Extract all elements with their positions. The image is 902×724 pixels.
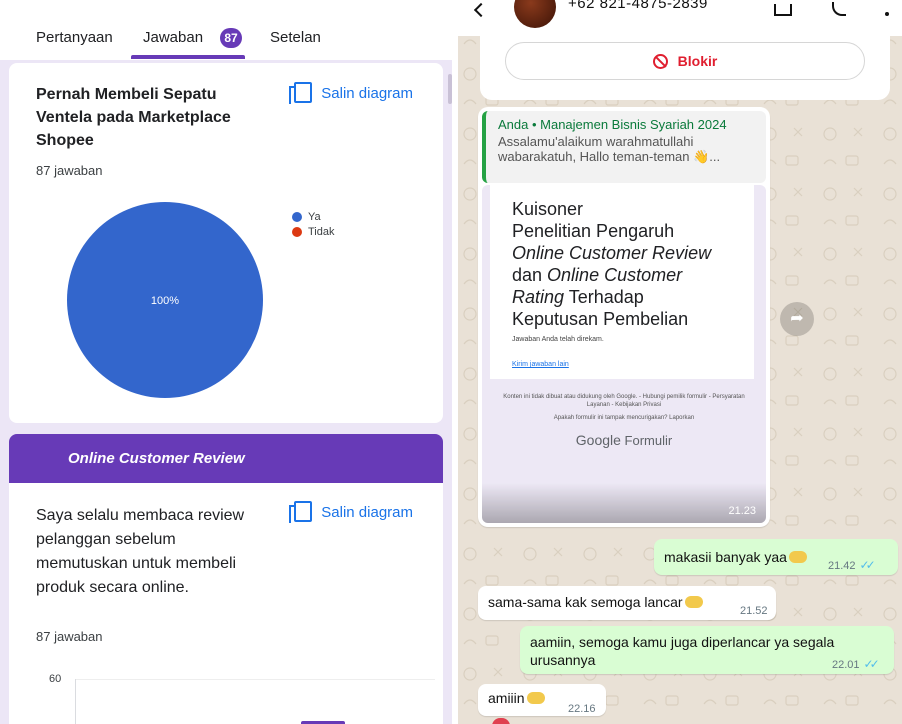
y-axis-tick-label: 60 (49, 673, 62, 685)
message-time: 21.42 ✓✓ (828, 558, 876, 572)
message-text: sama-sama kak semoga lancar (488, 594, 703, 610)
message-bubble-outgoing[interactable]: makasii banyak yaa 21.42 ✓✓ (654, 539, 898, 575)
pie-chart: 100% (67, 202, 263, 398)
video-call-icon[interactable] (774, 4, 792, 16)
legend-label-tidak: Tidak (308, 225, 335, 238)
form-title: Kuisoner Penelitian Pengaruh Online Cust… (512, 199, 712, 329)
legend-item-ya: Ya (292, 209, 335, 224)
emoji-icon (788, 551, 807, 563)
response-count: 87 jawaban (36, 629, 103, 644)
back-arrow-icon[interactable] (473, 2, 489, 18)
more-options-icon[interactable] (885, 12, 889, 16)
gridline (75, 679, 435, 680)
block-icon (652, 53, 668, 69)
message-time: 21.23 (728, 505, 756, 517)
tab-responses[interactable]: Jawaban (143, 29, 203, 46)
form-recorded-text: Jawaban Anda telah direkam. (512, 336, 604, 343)
question-card-shopee: Pernah Membeli Sepatu Ventela pada Marke… (9, 63, 443, 423)
forward-icon[interactable]: ➦ (780, 302, 814, 336)
form-report-text: Apakah formulir ini tampak mencurigakan?… (553, 415, 695, 421)
contact-phone[interactable]: +62 821-4875-2839 (568, 0, 708, 12)
message-bubble-outgoing[interactable]: aamiin, semoga kamu juga diperlancar ya … (520, 626, 894, 674)
legend-swatch-ya (292, 211, 302, 222)
block-button[interactable]: Blokir (505, 42, 865, 80)
form-disclaimer: Konten ini tidak dibuat atau didukung ol… (503, 394, 745, 408)
scrollbar-thumb[interactable] (448, 74, 452, 104)
copy-chart-button[interactable]: Salin diagram (289, 501, 413, 523)
y-axis (75, 679, 76, 724)
avatar[interactable] (514, 0, 556, 28)
submit-another-link: Kirim jawaban lain (512, 361, 569, 368)
image-shade (482, 483, 766, 523)
question-card-review: Saya selalu membaca review pelanggan seb… (9, 483, 443, 724)
form-screenshot-image[interactable]: Kuisoner Penelitian Pengaruh Online Cust… (482, 185, 766, 523)
whatsapp-chat-panel: +62 821-4875-2839 Blokir Anda • Manajeme… (458, 0, 902, 724)
message-time: 22.16 (568, 703, 596, 715)
reply-quote[interactable]: Anda • Manajemen Bisnis Syariah 2024 Ass… (482, 111, 766, 183)
form-confirmation-card: Kuisoner Penelitian Pengaruh Online Cust… (490, 185, 754, 379)
copy-icon (289, 501, 313, 523)
phone-call-icon[interactable] (832, 2, 846, 16)
section-header: Online Customer Review (9, 434, 443, 483)
google-forms-logo: Google Formulir (575, 432, 673, 448)
question-title: Saya selalu membaca review pelanggan seb… (36, 507, 245, 596)
pie-slice-label: 100% (151, 295, 179, 307)
read-ticks-icon: ✓✓ (859, 558, 876, 572)
section-title: Online Customer Review (68, 450, 245, 467)
active-tab-indicator (131, 55, 245, 59)
copy-chart-label: Salin diagram (321, 503, 413, 521)
chart-legend: Ya Tidak (292, 209, 335, 239)
forwarded-form-message[interactable]: Anda • Manajemen Bisnis Syariah 2024 Ass… (478, 107, 770, 527)
google-forms-panel: Pertanyaan Jawaban 87 Setelan Pernah Mem… (0, 0, 452, 724)
message-bubble-incoming[interactable]: amiiin 22.16 (478, 684, 606, 716)
message-text: makasii banyak yaa (664, 549, 807, 565)
emoji-icon (684, 596, 703, 608)
responses-count-badge: 87 (220, 28, 242, 48)
read-ticks-icon: ✓✓ (863, 657, 880, 671)
tab-settings[interactable]: Setelan (270, 29, 321, 46)
tab-questions[interactable]: Pertanyaan (36, 29, 113, 46)
message-time: 22.01 ✓✓ (832, 657, 880, 671)
unknown-contact-card: Blokir (480, 30, 890, 100)
legend-item-tidak: Tidak (292, 224, 335, 239)
message-text: amiiin (488, 690, 545, 706)
message-time: 21.52 (740, 605, 768, 617)
message-bubble-incoming[interactable]: sama-sama kak semoga lancar 21.52 (478, 586, 776, 620)
legend-label-ya: Ya (308, 210, 321, 223)
reply-text: Assalamu'alaikum warahmatullahi wabaraka… (498, 134, 721, 164)
block-label: Blokir (677, 53, 718, 69)
legend-swatch-tidak (292, 226, 302, 237)
reply-sender: Anda • Manajemen Bisnis Syariah 2024 (498, 117, 727, 132)
forms-tab-bar: Pertanyaan Jawaban 87 Setelan (0, 0, 452, 60)
emoji-icon (526, 692, 545, 704)
